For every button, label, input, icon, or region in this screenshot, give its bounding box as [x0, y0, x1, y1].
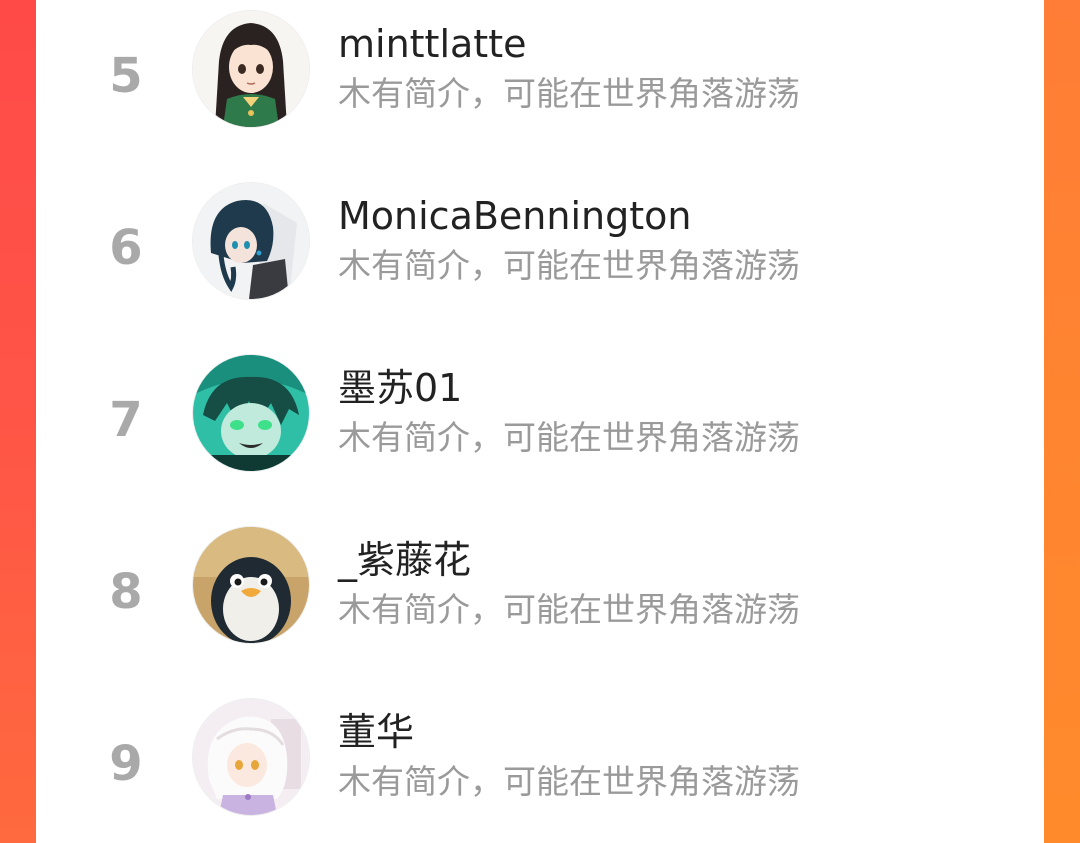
user-avatar[interactable]	[193, 699, 309, 815]
avatar-braided-character-icon	[193, 183, 309, 299]
rank-number: 9	[109, 736, 143, 792]
user-name[interactable]: minttlatte	[338, 25, 526, 63]
avatar-penguin-icon	[193, 527, 309, 643]
list-item[interactable]: 6 MonicaBennington 木有简介，可能在世界角落游荡	[36, 172, 1044, 344]
rank-number: 5	[109, 48, 143, 104]
user-avatar[interactable]	[193, 355, 309, 471]
ranking-list: 5 minttlatte 木有简介，可能在世界角落游荡 6 MonicaBenn…	[36, 0, 1044, 843]
rank-number: 6	[109, 220, 143, 276]
user-name[interactable]: MonicaBennington	[338, 197, 691, 235]
user-bio: 木有简介，可能在世界角落游荡	[338, 762, 800, 801]
user-name[interactable]: 墨苏01	[338, 369, 462, 407]
user-bio: 木有简介，可能在世界角落游荡	[338, 246, 800, 285]
avatar-girl-green-jacket-icon	[193, 11, 309, 127]
user-name[interactable]: 董华	[338, 713, 414, 751]
user-bio: 木有简介，可能在世界角落游荡	[338, 590, 800, 629]
avatar-white-haired-girl-icon	[193, 699, 309, 815]
user-bio: 木有简介，可能在世界角落游荡	[338, 418, 800, 457]
user-bio: 木有简介，可能在世界角落游荡	[338, 74, 800, 113]
avatar-teal-haired-character-icon	[193, 355, 309, 471]
rank-number: 8	[109, 564, 143, 620]
user-avatar[interactable]	[193, 183, 309, 299]
list-item[interactable]: 7 墨苏01 木有简介，可能在世界角落游荡	[36, 344, 1044, 516]
user-avatar[interactable]	[193, 11, 309, 127]
background-frame-left	[0, 0, 36, 843]
rank-number: 7	[109, 392, 143, 448]
user-avatar[interactable]	[193, 527, 309, 643]
list-item[interactable]: 8 _紫藤花 木有简介，可能在世界角落游荡	[36, 516, 1044, 688]
user-name[interactable]: _紫藤花	[338, 541, 471, 579]
list-item[interactable]: 9 董华 木有简介，可能在世界角落游荡	[36, 688, 1044, 843]
list-item[interactable]: 5 minttlatte 木有简介，可能在世界角落游荡	[36, 0, 1044, 172]
background-frame-right	[1044, 0, 1080, 843]
